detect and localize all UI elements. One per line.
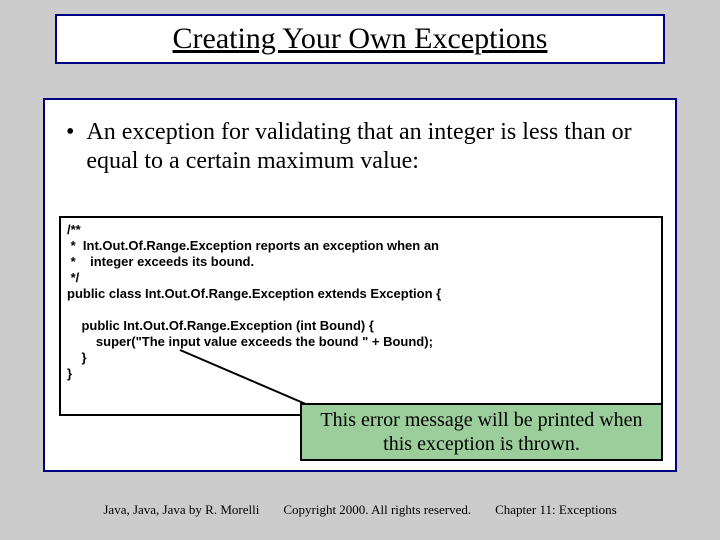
callout-text: This error message will be printed when … xyxy=(308,408,655,456)
bullet-text: An exception for validating that an inte… xyxy=(86,118,664,176)
bullet-item: • An exception for validating that an in… xyxy=(60,118,664,176)
footer-left: Java, Java, Java by R. Morelli xyxy=(103,502,259,518)
code-line: * integer exceeds its bound. xyxy=(67,254,254,269)
code-line: } xyxy=(67,350,87,365)
footer-right: Chapter 11: Exceptions xyxy=(495,502,617,518)
code-line: super("The input value exceeds the bound… xyxy=(67,334,433,349)
content-box: • An exception for validating that an in… xyxy=(43,98,677,472)
code-line: public class Int.Out.Of.Range.Exception … xyxy=(67,286,441,301)
code-line: * Int.Out.Of.Range.Exception reports an … xyxy=(67,238,439,253)
footer-center: Copyright 2000. All rights reserved. xyxy=(283,502,471,518)
code-line: /** xyxy=(67,222,81,237)
title-box: Creating Your Own Exceptions xyxy=(55,14,665,64)
footer: Java, Java, Java by R. Morelli Copyright… xyxy=(0,502,720,518)
code-line: } xyxy=(67,366,72,381)
bullet-marker: • xyxy=(66,118,74,147)
code-box: /** * Int.Out.Of.Range.Exception reports… xyxy=(59,216,663,416)
slide: Creating Your Own Exceptions • An except… xyxy=(0,0,720,540)
code-line: */ xyxy=(67,270,79,285)
code-line: public Int.Out.Of.Range.Exception (int B… xyxy=(67,318,374,333)
slide-title: Creating Your Own Exceptions xyxy=(173,22,548,56)
callout-box: This error message will be printed when … xyxy=(300,403,663,461)
